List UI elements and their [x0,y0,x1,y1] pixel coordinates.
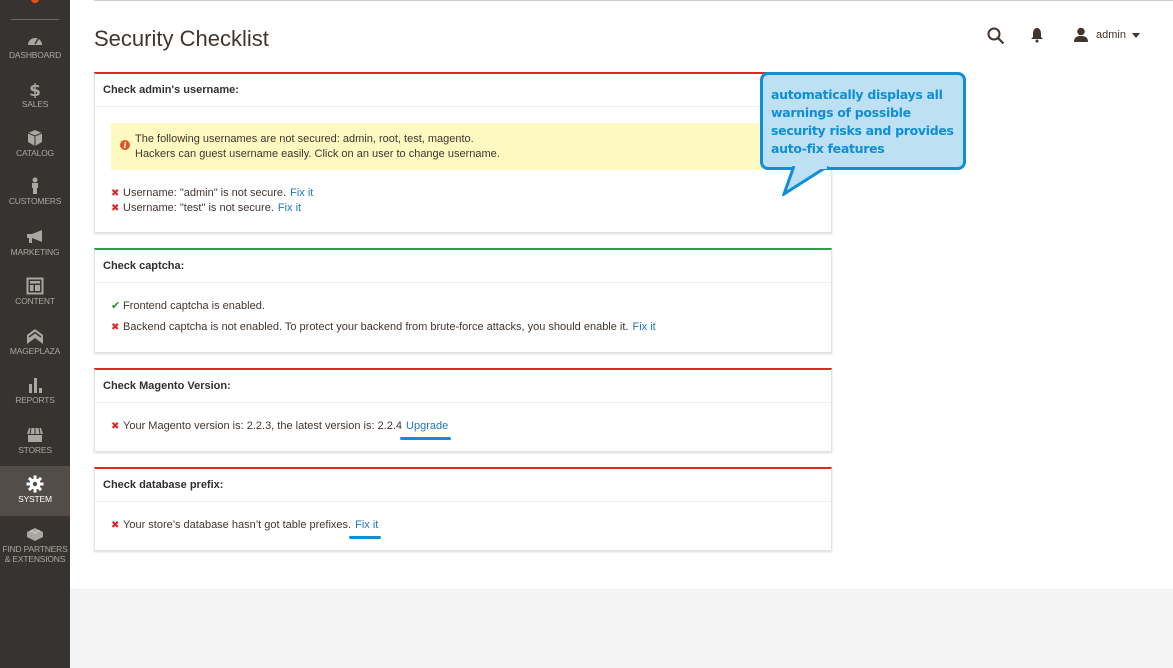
layout-icon [26,277,44,295]
callout-text: automatically displays all warnings of p… [771,87,954,156]
check-result-text: Username: "test" is not secure. [123,202,274,214]
fail-x-icon: ✖ [111,421,120,432]
check-database-prefix-card: Check database prefix: ✖ Your store’s da… [94,467,832,551]
sidebar-item-mageplaza[interactable]: Mageplaza [0,327,70,361]
check-result-text: Frontend captcha is enabled. [123,300,265,312]
sidebar-item-system[interactable]: System [0,466,70,516]
check-result-text: Username: "admin" is not secure. [123,187,287,199]
svg-text:$: $ [29,81,41,98]
sidebar-label: System [18,494,52,504]
warning-line-2: Hackers can guest username easily. Click… [135,148,500,160]
check-result: ✖ Backend captcha is not enabled. To pro… [111,320,815,335]
check-result: ✔ Frontend captcha is enabled. [111,299,815,314]
fail-x-icon: ✖ [111,203,120,214]
annotation-callout: automatically displays all warnings of p… [760,72,966,170]
card-title: Check database prefix: [95,469,831,502]
top-divider [94,0,1173,1]
highlight-underline [349,536,382,539]
sidebar-item-reports[interactable]: Reports [0,376,70,410]
main-content: Security Checklist admin Check admin's u… [70,0,1173,589]
check-result: ✖ Username: "admin" is not secure. Fix i… [111,186,815,201]
info-icon: i [120,140,130,150]
admin-username: admin [1096,29,1126,41]
fix-it-link[interactable]: Fix it [278,201,301,216]
sidebar-divider [11,19,59,20]
sidebar-label: Sales [21,99,49,109]
callout-pointer [782,166,829,196]
magento-logo[interactable] [31,0,39,3]
sidebar-item-marketing[interactable]: Marketing [0,228,70,262]
fix-it-link[interactable]: Fix it [290,186,313,201]
page-title: Security Checklist [94,26,269,51]
gear-icon [26,475,44,493]
fix-it-link-label: Fix it [355,519,379,531]
sidebar-item-catalog[interactable]: Catalog [0,129,70,163]
sidebar-label: Content [15,296,55,306]
card-title: Check Magento Version: [95,370,831,403]
sidebar-label: Find Partners [2,544,68,554]
admin-sidebar: Dashboard $ Sales Catalog Customers Mark… [0,0,70,668]
check-result-text: Your store’s database hasn’t got table p… [123,519,352,531]
page-footer [70,589,1173,668]
dashboard-icon [28,38,42,45]
sidebar-item-sales[interactable]: $ Sales [0,80,70,114]
person-icon [32,177,38,194]
notifications-bell-icon[interactable] [1030,27,1044,43]
check-result: ✖ Username: "test" is not secure. Fix it [111,201,815,216]
check-result: ✖ Your Magento version is: 2.2.3, the la… [111,419,815,440]
sidebar-item-dashboard[interactable]: Dashboard [0,31,70,65]
fix-it-link[interactable]: Fix it [632,320,655,335]
search-icon[interactable] [987,27,1005,45]
sidebar-item-customers[interactable]: Customers [0,177,70,211]
check-result-text: Your Magento version is: 2.2.3, the late… [123,420,403,432]
upgrade-link-label: Upgrade [406,420,449,432]
fail-x-icon: ✖ [111,322,120,333]
check-captcha-card: Check captcha: ✔ Frontend captcha is ena… [94,248,832,353]
upgrade-link[interactable]: Upgrade [400,419,452,440]
pass-check-icon: ✔ [111,300,121,312]
storefront-icon [27,427,43,442]
fail-x-icon: ✖ [111,188,120,199]
admin-user-menu[interactable]: admin [1073,26,1140,44]
dollar-icon: $ [29,81,41,98]
sidebar-label: Dashboard [8,50,62,60]
box-icon [27,130,43,146]
sidebar-label: Marketing [10,247,60,257]
megaphone-icon [27,230,42,243]
sidebar-label: Stores [18,445,52,455]
check-admin-username-card: Check admin's username: i The following … [94,72,832,233]
sidebar-label: & Extensions [4,554,66,564]
fix-it-link[interactable]: Fix it [349,518,382,539]
user-icon [1074,27,1088,42]
warning-message: i The following usernames are not secure… [111,123,815,170]
sidebar-label: Reports [15,395,55,405]
warning-line-1: The following usernames are not secured:… [135,133,474,145]
sidebar-item-content[interactable]: Content [0,277,70,311]
highlight-underline [400,437,452,440]
sidebar-item-find-partners[interactable]: Find Partners & Extensions [0,525,70,569]
card-title: Check admin's username: [95,74,831,107]
caret-down-icon [1131,32,1140,38]
card-title: Check captcha: [95,250,831,283]
fail-x-icon: ✖ [111,520,120,531]
chevrons-up-icon [27,329,43,344]
sidebar-label: Catalog [16,148,54,158]
lego-brick-icon [27,528,43,541]
check-result-text: Backend captcha is not enabled. To prote… [123,321,629,333]
sidebar-label: Mageplaza [9,346,61,356]
sidebar-label: Customers [8,196,62,206]
check-magento-version-card: Check Magento Version: ✖ Your Magento ve… [94,368,832,452]
sidebar-item-stores[interactable]: Stores [0,426,70,460]
check-result: ✖ Your store’s database hasn’t got table… [111,518,815,539]
bar-chart-icon [29,378,42,393]
